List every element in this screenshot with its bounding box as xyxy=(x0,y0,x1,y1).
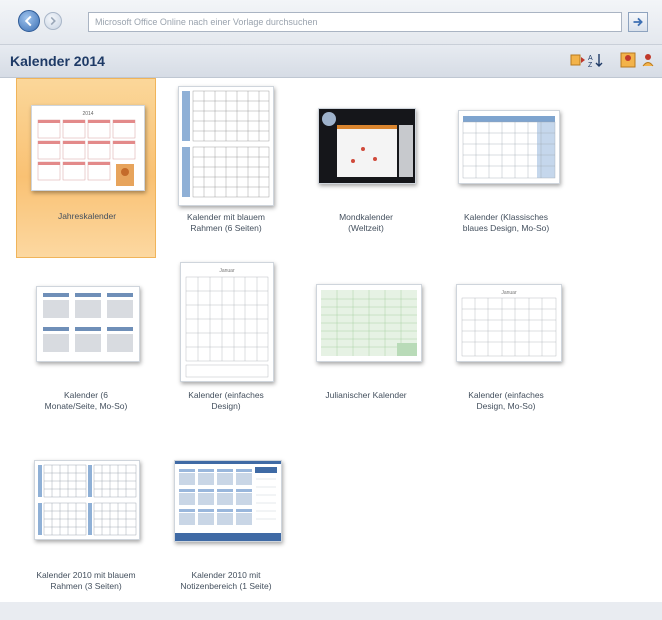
template-gallery: 2014 Jahreskalender Kalender mit blauem … xyxy=(0,78,662,602)
sort-icon[interactable]: AZ xyxy=(588,52,604,69)
template-thumbnail xyxy=(36,286,140,362)
template-thumbnail: Januar xyxy=(456,284,562,362)
template-label: Mondkalender (Weltzeit) xyxy=(339,212,393,233)
template-thumbnail xyxy=(316,284,422,362)
template-tile-6-monate[interactable]: Kalender (6 Monate/Seite, Mo-So) xyxy=(16,258,156,438)
template-tile-julianisch[interactable]: Julianischer Kalender xyxy=(296,258,436,438)
template-tile-klassisch-blau[interactable]: Kalender (Klassisches blaues Design, Mo-S… xyxy=(436,78,576,258)
template-thumbnail: 2014 xyxy=(31,105,145,191)
template-tile-2010-blauer-rahmen[interactable]: Kalender 2010 mit blauem Rahmen (3 Seiten… xyxy=(16,440,156,620)
template-tile-2010-notizen[interactable]: Kalender 2010 mit Notizenbereich (1 Seite… xyxy=(156,440,296,620)
category-header: Kalender 2014 AZ xyxy=(0,45,662,78)
view-large-icon[interactable] xyxy=(570,52,586,68)
svg-text:Z: Z xyxy=(588,62,593,68)
navigation-bar: Microsoft Office Online nach einer Vorla… xyxy=(0,0,662,45)
template-label: Kalender (6 Monate/Seite, Mo-So) xyxy=(44,390,128,411)
svg-text:Januar: Januar xyxy=(501,290,517,296)
arrow-right-icon xyxy=(50,16,56,26)
template-thumbnail: Januar xyxy=(180,262,274,382)
template-label: Kalender 2010 mit Notizenbereich (1 Seite… xyxy=(180,570,272,591)
search-button[interactable] xyxy=(628,12,648,32)
template-label: Jahreskalender xyxy=(57,211,117,221)
arrow-right-icon xyxy=(633,17,643,27)
template-label: Kalender 2010 mit blauem Rahmen (3 Seiten… xyxy=(36,570,136,591)
template-label: Kalender (Klassisches blaues Design, Mo-S… xyxy=(462,212,550,233)
template-tile-einfach-mo-so[interactable]: Januar Kalender (einfaches Design, Mo-So) xyxy=(436,258,576,438)
template-label: Julianischer Kalender xyxy=(325,390,407,400)
search-input[interactable]: Microsoft Office Online nach einer Vorla… xyxy=(88,12,622,32)
template-thumbnail xyxy=(178,86,274,206)
template-tile-blauer-rahmen[interactable]: Kalender mit blauem Rahmen (6 Seiten) xyxy=(156,78,296,258)
view-small-icon[interactable] xyxy=(640,52,656,68)
arrow-left-icon xyxy=(24,15,32,27)
template-label: Kalender (einfaches Design, Mo-So) xyxy=(468,390,544,411)
template-thumbnail xyxy=(174,460,282,542)
template-tile-jahreskalender[interactable]: 2014 Jahreskalender xyxy=(16,78,156,258)
template-thumbnail xyxy=(34,460,140,540)
back-button[interactable] xyxy=(18,10,40,32)
template-label: Kalender mit blauem Rahmen (6 Seiten) xyxy=(187,212,265,233)
template-tile-mondkalender[interactable]: Mondkalender (Weltzeit) xyxy=(296,78,436,258)
forward-button[interactable] xyxy=(44,12,62,30)
template-tile-einfach[interactable]: Januar Kalender (einfaches Design) xyxy=(156,258,296,438)
template-thumbnail xyxy=(458,110,560,184)
svg-text:2014: 2014 xyxy=(82,111,93,117)
page-title: Kalender 2014 xyxy=(10,53,105,69)
svg-text:A: A xyxy=(588,55,593,62)
template-label: Kalender (einfaches Design) xyxy=(188,390,264,411)
svg-text:Januar: Januar xyxy=(219,268,235,274)
template-thumbnail xyxy=(318,108,416,184)
view-medium-icon[interactable] xyxy=(620,52,636,68)
